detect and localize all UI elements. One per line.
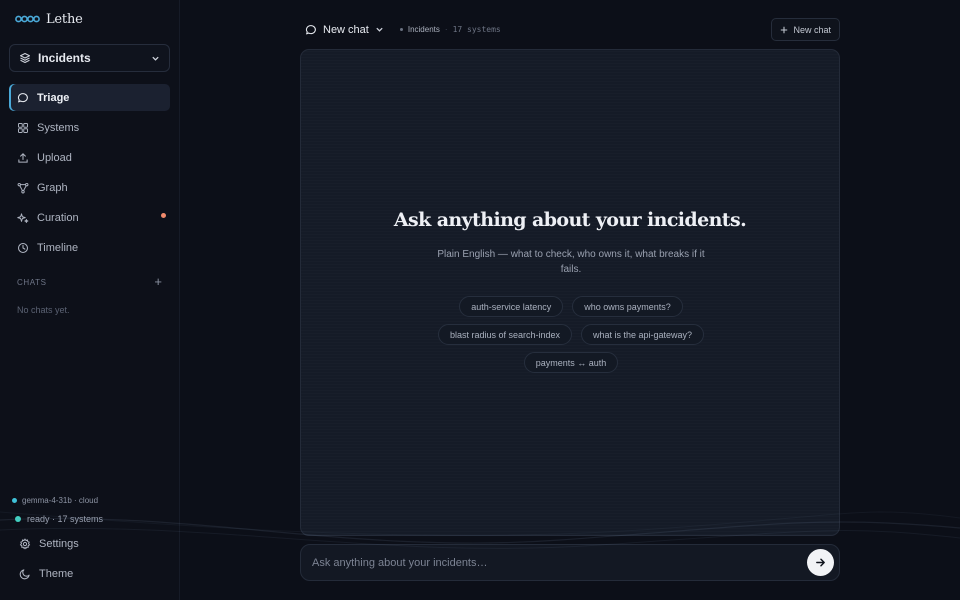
chat-input[interactable] [312,556,807,569]
sidebar-item-label: Curation [37,211,79,224]
notification-dot [161,213,166,218]
brand[interactable]: Lethe [15,10,83,28]
model-indicator[interactable]: gemma-4-31b · cloud [12,496,98,505]
breadcrumb-workspace[interactable]: Incidents [408,25,440,34]
model-name: gemma-4-31b · cloud [22,496,99,505]
system-status: ready · 17 systems [15,514,103,524]
sidebar-item-label: Systems [37,121,80,134]
brand-name: Lethe [46,11,83,27]
chat-bubble-icon [17,92,28,102]
add-chat-button[interactable]: + [154,275,162,288]
sidebar-item-systems[interactable]: Systems [9,114,170,141]
workspace-selector[interactable]: Incidents [9,44,170,72]
system-count: 17 systems [452,25,501,34]
suggestion-list: auth-service latency who owns payments? … [421,296,721,373]
sidebar-item-label: Upload [37,151,72,164]
breadcrumb-dot [399,28,403,31]
chats-title: CHATS [17,277,47,287]
sidebar-item-upload[interactable]: Upload [9,144,170,171]
settings-label: Settings [39,538,79,550]
chat-title: New chat [323,23,369,36]
chevron-down-icon [376,27,383,32]
hero-title: Ask anything about your incidents. [393,209,747,231]
settings-button[interactable]: Settings [19,538,79,550]
composer [300,544,840,581]
chats-section-header: CHATS + [17,275,162,288]
sidebar-item-label: Triage [37,91,70,104]
chat-panel: Ask anything about your incidents. Plain… [300,49,840,536]
sidebar-item-timeline[interactable]: Timeline [9,234,170,261]
topbar: New chat Incidents · 17 systems New chat [305,18,840,41]
infinity-logo-icon [15,15,40,23]
chat-bubble-icon [305,24,316,34]
system-status-text: ready · 17 systems [27,514,104,524]
suggestion-chip[interactable]: who owns payments? [572,296,683,317]
sidebar: Lethe Incidents Triage Systems Upload Gr… [0,0,180,600]
suggestion-chip[interactable]: payments ↔ auth [523,352,619,373]
sidebar-item-triage[interactable]: Triage [9,84,170,111]
gear-icon [19,538,31,550]
clock-icon [17,242,29,253]
breadcrumb: Incidents · 17 systems [399,25,501,34]
theme-label: Theme [39,568,74,580]
main-area: New chat Incidents · 17 systems New chat… [180,0,960,600]
theme-button[interactable]: Theme [19,568,73,580]
new-chat-label: New chat [793,24,831,35]
grid-icon [18,122,28,133]
layers-icon [19,52,31,64]
hero-subtitle: Plain English — what to check, who owns … [437,249,705,275]
workspace-label: Incidents [38,51,91,65]
sidebar-item-label: Timeline [37,241,79,254]
chat-title-dropdown[interactable]: New chat [305,24,384,36]
arrow-right-icon [816,558,825,567]
sidebar-item-curation[interactable]: Curation [9,204,170,231]
plus-icon [781,26,788,33]
moon-icon [19,569,30,580]
send-button[interactable] [807,549,834,576]
graph-icon [17,182,29,193]
suggestion-chip[interactable]: blast radius of search-index [437,324,572,345]
chevron-down-icon [152,56,159,61]
sidebar-item-graph[interactable]: Graph [9,174,170,201]
suggestion-chip[interactable]: auth-service latency [459,296,564,317]
ready-status-dot [15,516,21,522]
upload-icon [18,152,28,163]
breadcrumb-separator: · [444,25,448,34]
suggestion-chip[interactable]: what is the api-gateway? [581,324,705,345]
model-status-dot [12,498,17,503]
sparkle-icon [17,212,29,223]
new-chat-button[interactable]: New chat [771,18,840,41]
sidebar-nav: Triage Systems Upload Graph Curation Tim… [9,84,170,264]
sidebar-item-label: Graph [37,181,68,194]
chats-empty-text: No chats yet. [17,305,70,315]
